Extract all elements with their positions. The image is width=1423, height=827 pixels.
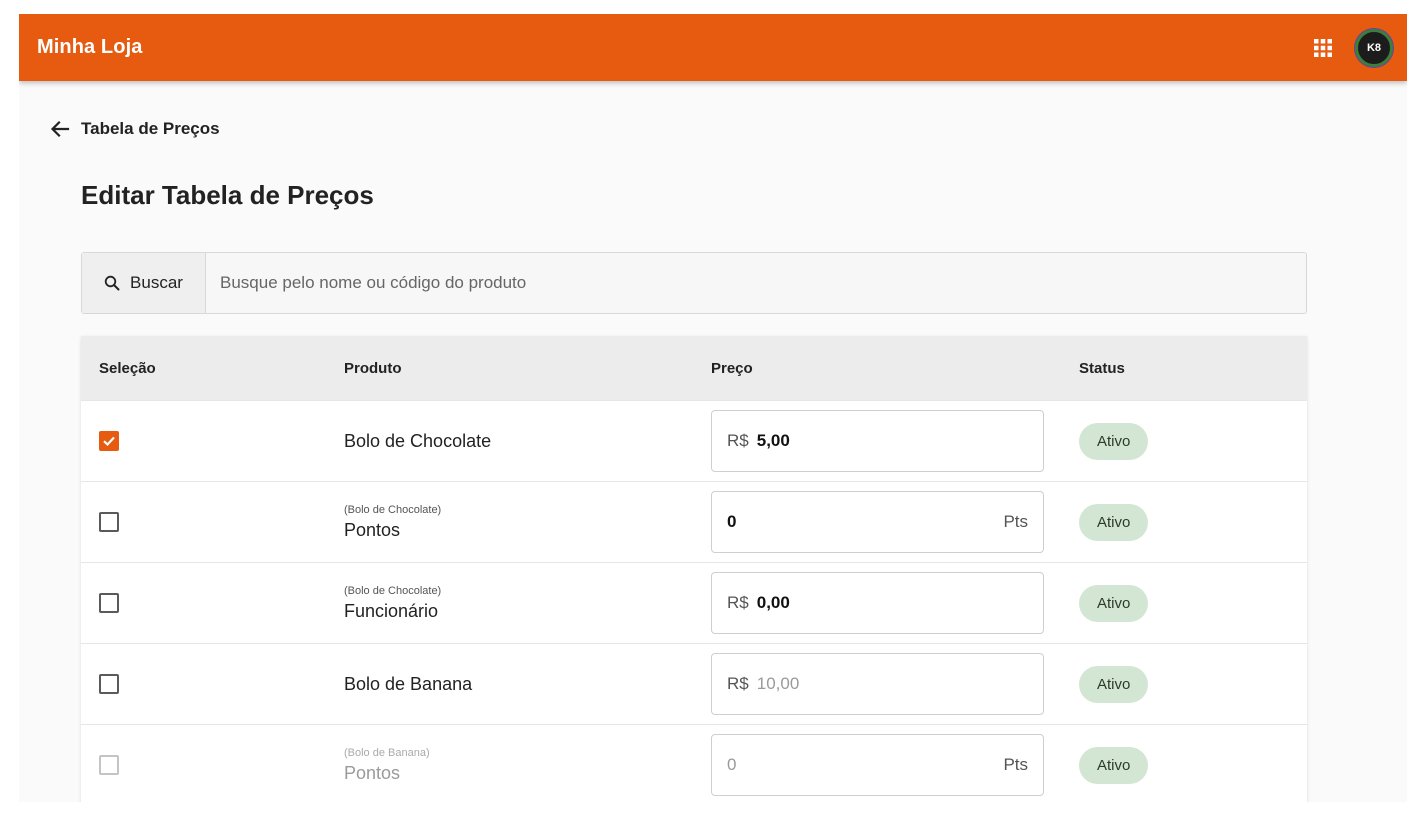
search-button[interactable]: Buscar (82, 253, 206, 313)
product-parent: (Bolo de Banana) (344, 746, 430, 759)
table-row: (Bolo de Chocolate) Funcionário R$ 0,00 … (81, 562, 1307, 643)
product-cell: (Bolo de Chocolate) Funcionário (344, 585, 711, 622)
table-row: (Bolo de Banana) Pontos 0 Pts Ativo (81, 724, 1307, 802)
header-status: Status (1079, 359, 1125, 377)
product-cell: Bolo de Chocolate (344, 431, 711, 452)
search-button-label: Buscar (130, 273, 183, 292)
table-row: Bolo de Chocolate R$ 5,00 Ativo (81, 400, 1307, 481)
product-cell: (Bolo de Banana) Pontos (344, 747, 711, 784)
status-badge: Ativo (1079, 665, 1149, 703)
apps-grid-icon[interactable] (1313, 38, 1333, 58)
brand-title[interactable]: Minha Loja (37, 36, 142, 59)
row-checkbox[interactable] (99, 431, 119, 451)
topbar-actions: K8 (1313, 28, 1393, 67)
app-window: Minha Loja K8 Tabela de Preços Editar Ta… (19, 14, 1407, 802)
product-parent: (Bolo de Chocolate) (344, 503, 442, 516)
product-parent: (Bolo de Chocolate) (344, 584, 442, 597)
back-arrow-icon[interactable] (49, 118, 71, 140)
points-value: 0 (727, 512, 737, 531)
product-name: Bolo de Chocolate (344, 430, 492, 451)
header-selection: Seleção (99, 359, 156, 377)
breadcrumb: Tabela de Preços (49, 118, 220, 140)
product-name: Pontos (344, 519, 401, 540)
product-cell: (Bolo de Chocolate) Pontos (344, 504, 711, 541)
search-input[interactable] (206, 253, 1306, 313)
price-value: 0,00 (756, 593, 790, 612)
points-suffix: Pts (1003, 512, 1028, 531)
header-product: Produto (344, 359, 402, 377)
row-checkbox[interactable] (99, 674, 119, 694)
header-price: Preço (711, 359, 753, 377)
points-input[interactable]: 0 Pts (711, 734, 1044, 796)
status-badge: Ativo (1079, 503, 1149, 541)
product-name: Bolo de Banana (344, 673, 473, 694)
product-name: Pontos (344, 762, 401, 783)
price-input[interactable]: R$ 5,00 (711, 410, 1044, 472)
currency-prefix: R$ (727, 431, 749, 450)
points-value: 0 (727, 755, 737, 774)
check-icon (103, 436, 115, 447)
search-bar: Buscar (81, 252, 1307, 314)
breadcrumb-label[interactable]: Tabela de Preços (81, 119, 220, 139)
status-badge: Ativo (1079, 422, 1149, 460)
table-row: Bolo de Banana R$ 10,00 Ativo (81, 643, 1307, 724)
product-name: Funcionário (344, 600, 439, 621)
status-badge: Ativo (1079, 584, 1149, 622)
points-input[interactable]: 0 Pts (711, 491, 1044, 553)
row-checkbox[interactable] (99, 512, 119, 532)
user-avatar[interactable]: K8 (1355, 28, 1393, 67)
table-row: (Bolo de Chocolate) Pontos 0 Pts Ativo (81, 481, 1307, 562)
price-input[interactable]: R$ 10,00 (711, 653, 1044, 715)
search-icon (104, 275, 120, 291)
price-input[interactable]: R$ 0,00 (711, 572, 1044, 634)
currency-prefix: R$ (727, 593, 749, 612)
product-cell: Bolo de Banana (344, 674, 711, 695)
table-header: Seleção Produto Preço Status (81, 336, 1307, 400)
price-value: 5,00 (756, 431, 790, 450)
price-table: Seleção Produto Preço Status Bolo de Cho… (81, 336, 1307, 802)
price-value: 10,00 (756, 674, 800, 693)
status-badge: Ativo (1079, 746, 1149, 784)
page-title: Editar Tabela de Preços (81, 180, 374, 210)
row-checkbox[interactable] (99, 593, 119, 613)
points-suffix: Pts (1003, 755, 1028, 774)
row-checkbox[interactable] (99, 755, 119, 775)
currency-prefix: R$ (727, 674, 749, 693)
top-app-bar: Minha Loja K8 (19, 14, 1407, 81)
